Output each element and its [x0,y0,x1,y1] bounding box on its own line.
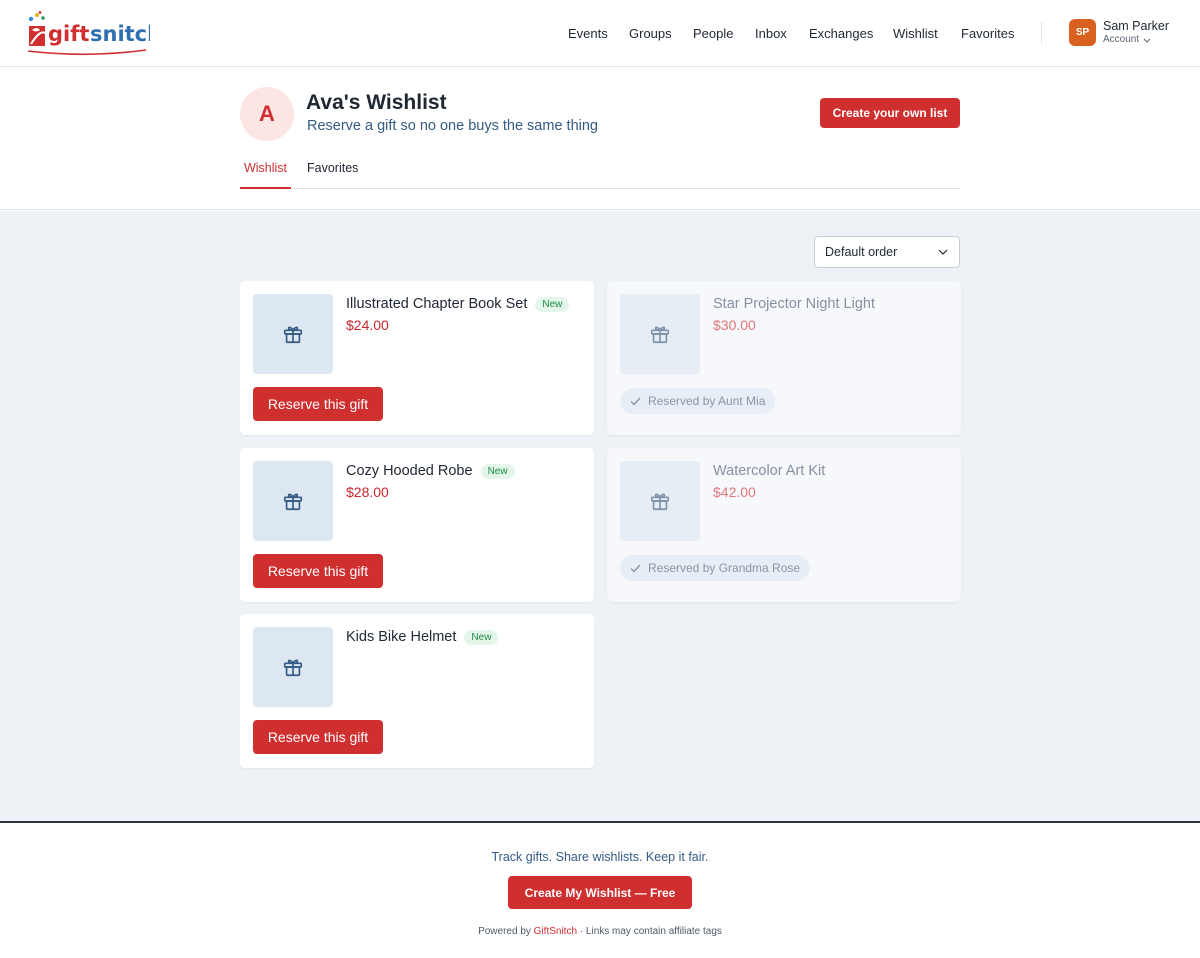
user-name: Sam Parker [1103,18,1169,33]
gift-logo-icon: gift snitch [27,11,150,56]
gift-icon [283,326,303,344]
svg-text:gift: gift [48,22,89,46]
reserve-gift-button[interactable]: Reserve this gift [253,720,383,754]
gift-name: Star Projector Night Light [713,296,875,312]
gift-name: Illustrated Chapter Book Set [346,296,528,312]
create-own-list-button[interactable]: Create your own list [820,98,960,128]
nav-events[interactable]: Events [568,26,608,41]
giftsnitch-logo[interactable]: gift snitch [26,10,150,56]
account-label: Account [1103,34,1140,46]
account-dropdown[interactable]: Account [1103,35,1169,45]
tab-wishlist[interactable]: Wishlist [240,156,291,189]
nav-exchanges[interactable]: Exchanges [809,26,873,41]
gift-card: Watercolor Art Kit $42.00 Reserved by Gr… [607,448,961,602]
wishlist-tabs: Wishlist Favorites [240,156,960,189]
page-subtitle: Reserve a gift so no one buys the same t… [307,118,598,134]
gift-image-placeholder [253,627,333,707]
gift-card: Star Projector Night Light $30.00 Reserv… [607,281,961,435]
chevron-down-icon [1143,38,1151,43]
check-icon [630,564,641,573]
svg-text:snitch: snitch [90,22,150,46]
account-menu[interactable]: SP Sam Parker Account [1069,19,1169,46]
gift-price: $24.00 [346,317,389,333]
nav-favorites[interactable]: Favorites [961,26,1014,41]
gift-name: Kids Bike Helmet [346,629,457,645]
gift-name: Cozy Hooded Robe [346,463,473,479]
gift-icon [283,659,303,677]
reserved-by-label: Reserved by Grandma Rose [648,561,801,575]
gift-name: Watercolor Art Kit [713,463,826,479]
wishlist-content: Default order Illustrated Chapter Book S… [0,211,1200,821]
wishlist-header: A Ava's Wishlist Reserve a gift so no on… [0,68,1200,210]
new-badge: New [464,629,499,645]
create-wishlist-button[interactable]: Create My Wishlist — Free [508,876,692,909]
top-navbar: gift snitch Events Groups People Inbox E… [0,0,1200,67]
nav-groups[interactable]: Groups [629,26,672,41]
gift-card: Cozy Hooded Robe New $28.00 Reserve this … [240,448,594,602]
gift-card: Kids Bike Helmet New Reserve this gift [240,614,594,768]
gift-image-placeholder [620,461,700,541]
page-footer: Track gifts. Share wishlists. Keep it fa… [0,821,1200,958]
owner-avatar: A [240,87,294,141]
sort-select[interactable]: Default order [814,236,960,268]
nav-inbox[interactable]: Inbox [755,26,787,41]
new-badge: New [480,463,515,479]
gift-card: Illustrated Chapter Book Set New $24.00 R… [240,281,594,435]
gift-icon [650,326,670,344]
gift-icon [283,493,303,511]
sort-value: Default order [825,245,898,259]
new-badge: New [535,296,570,312]
giftsnitch-link[interactable]: GiftSnitch [534,926,577,937]
gift-price: $28.00 [346,484,389,500]
reserved-status: Reserved by Aunt Mia [620,388,776,414]
gift-image-placeholder [620,294,700,374]
gift-price: $42.00 [713,484,756,500]
chevron-down-icon [938,249,948,255]
gift-price: $30.00 [713,317,756,333]
affiliate-note: · Links may contain affiliate tags [577,926,722,937]
nav-divider [1041,22,1042,44]
gift-icon [650,493,670,511]
page-title: Ava's Wishlist [306,91,447,114]
gift-image-placeholder [253,294,333,374]
powered-by: Powered by GiftSnitch · Links may contai… [0,926,1200,937]
check-icon [630,397,641,406]
nav-wishlist[interactable]: Wishlist [893,26,938,41]
reserve-gift-button[interactable]: Reserve this gift [253,554,383,588]
powered-prefix: Powered by [478,926,534,937]
reserved-by-label: Reserved by Aunt Mia [648,394,766,408]
user-avatar: SP [1069,19,1096,46]
tab-favorites[interactable]: Favorites [307,156,358,189]
footer-tagline: Track gifts. Share wishlists. Keep it fa… [491,850,709,864]
gift-image-placeholder [253,461,333,541]
reserve-gift-button[interactable]: Reserve this gift [253,387,383,421]
nav-people[interactable]: People [693,26,733,41]
reserved-status: Reserved by Grandma Rose [620,555,811,581]
